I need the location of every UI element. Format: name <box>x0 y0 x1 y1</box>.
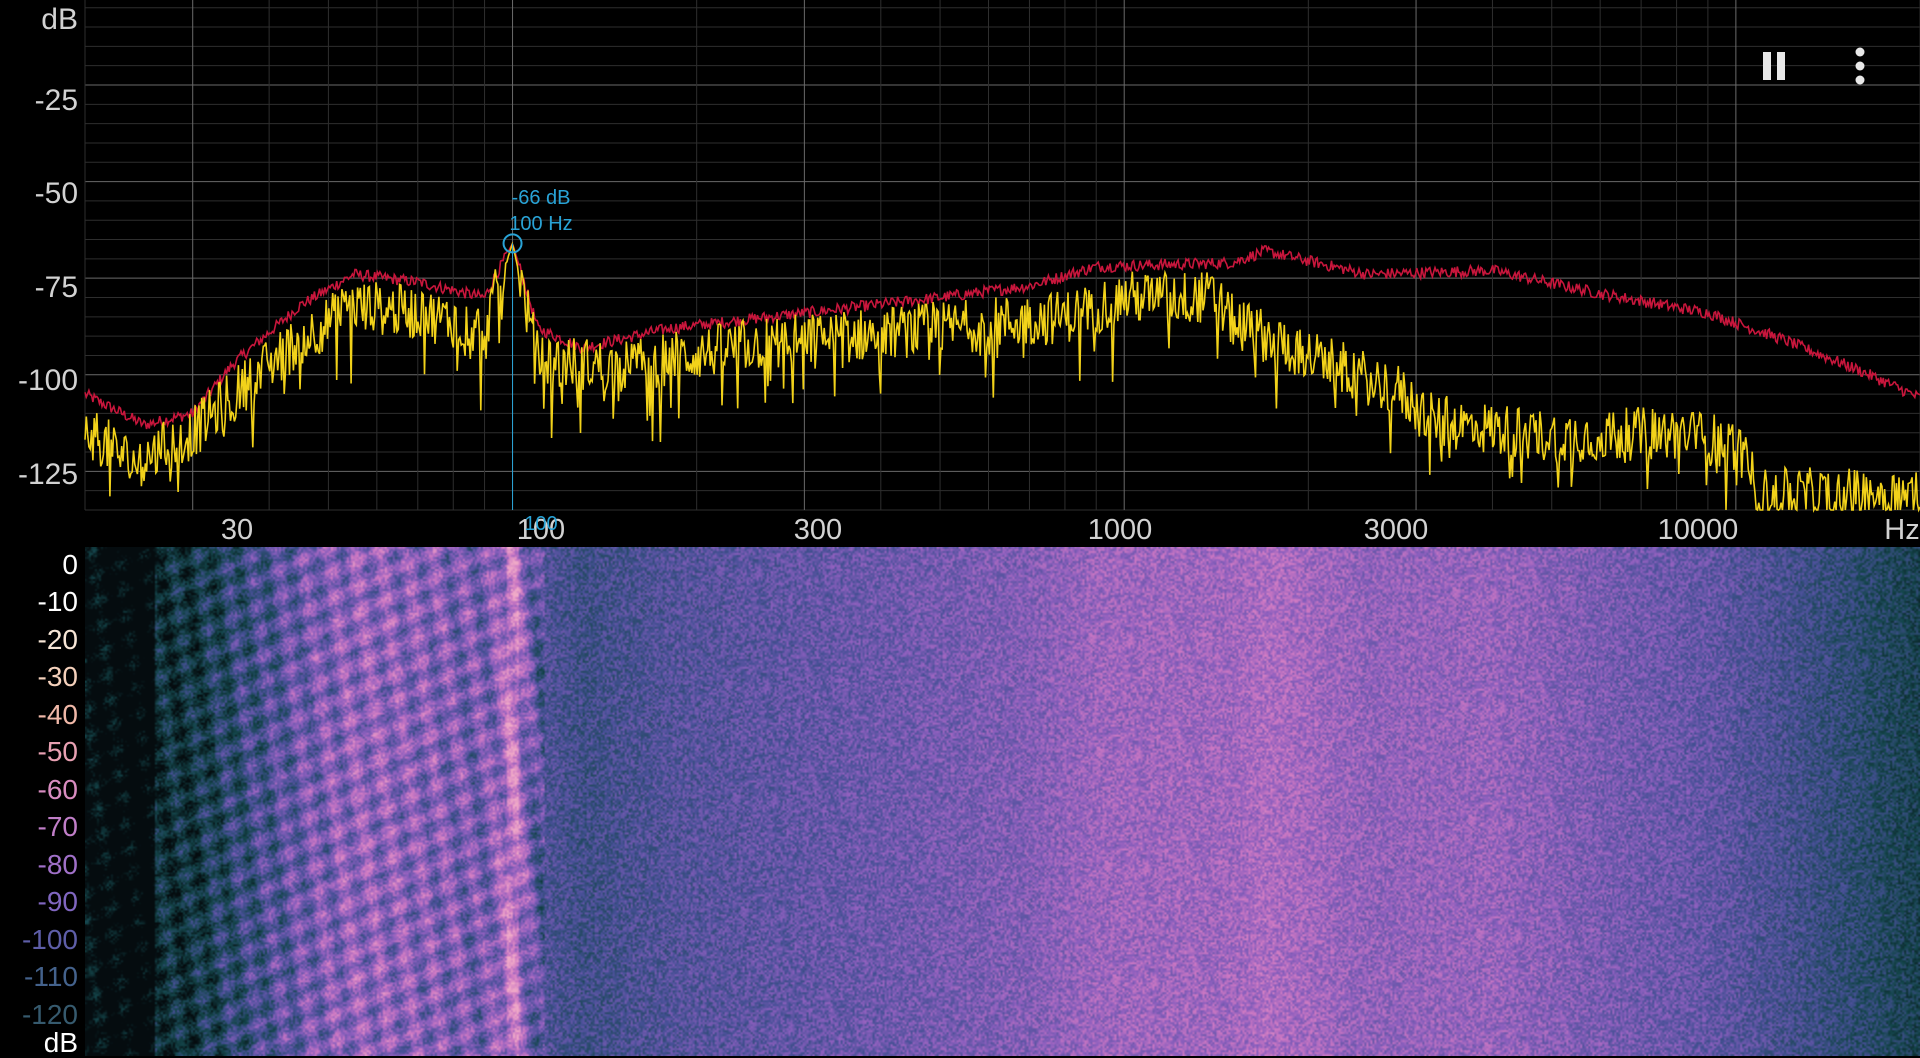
y-tick-label: -100 <box>17 364 78 397</box>
x-tick-label: 300 <box>793 514 843 546</box>
y-tick-label: -125 <box>17 458 78 491</box>
x-tick-label: 1000 <box>1087 514 1153 546</box>
db-tick-label: -10 <box>37 586 78 617</box>
db-unit-label: dB <box>43 1027 78 1058</box>
db-tick-label: -70 <box>37 811 78 842</box>
marker-db-readout: -66 dB <box>511 187 571 209</box>
spectrogram-waterfall[interactable] <box>85 547 1920 1056</box>
db-tick-label: -50 <box>37 736 78 767</box>
spectrogram-panel[interactable]: 0 -10 -20 -30 -40 -50 -60 -70 -80 -90 -1… <box>0 547 1920 1058</box>
live-spectrum-trace <box>84 241 1920 513</box>
pause-button[interactable] <box>1745 36 1805 96</box>
db-tick-label: -120 <box>21 999 78 1030</box>
more-vert-icon <box>1855 47 1865 85</box>
y-tick-label: -75 <box>34 271 78 304</box>
spectrum-panel[interactable]: dB -25 -50 -75 -100 -125 30 300 1000 300… <box>0 0 1920 547</box>
x-tick-label: 30 <box>220 514 254 546</box>
x-unit-label: Hz <box>1884 514 1920 546</box>
db-tick-label: -90 <box>37 886 78 917</box>
x-tick-label: 3000 <box>1363 514 1429 546</box>
db-tick-label: -100 <box>21 924 78 955</box>
db-tick-label: -60 <box>37 774 78 805</box>
marker-hz-readout: 100 Hz <box>509 213 573 235</box>
db-tick-label: -20 <box>37 624 78 655</box>
spectrum-chart[interactable] <box>0 0 1920 547</box>
db-tick-label: -110 <box>24 961 78 992</box>
y-tick-label: -25 <box>34 84 78 117</box>
pause-icon <box>1763 52 1785 80</box>
db-tick-label: -30 <box>37 661 78 692</box>
x-tick-label: 10000 <box>1657 514 1739 546</box>
y-tick-label: -50 <box>34 177 78 210</box>
db-tick-label: -40 <box>37 699 78 730</box>
y-unit-label: dB <box>41 3 78 36</box>
db-tick-label: -80 <box>37 849 78 880</box>
marker-axis-readout: 100 <box>524 513 558 535</box>
overflow-menu-button[interactable] <box>1830 36 1890 96</box>
db-tick-label: 0 <box>62 549 78 580</box>
